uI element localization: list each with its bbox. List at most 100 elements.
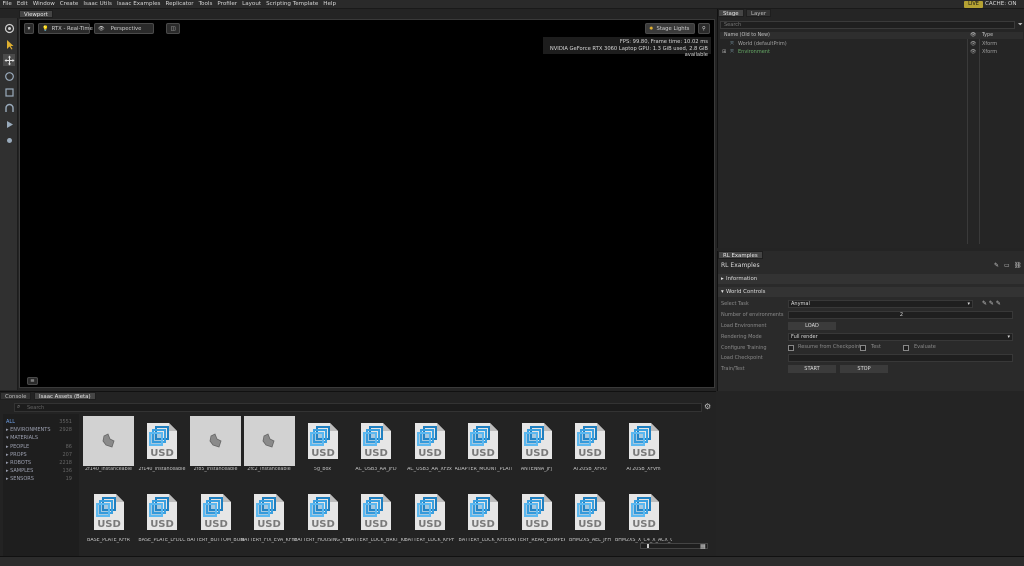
asset-tile[interactable]: 2fc2_instanceable bbox=[243, 416, 296, 476]
menu-item-isaac-examples[interactable]: Isaac Examples bbox=[114, 0, 162, 9]
logo-icon[interactable] bbox=[3, 22, 15, 34]
move-icon[interactable] bbox=[3, 54, 15, 66]
viewport-menu-button[interactable]: ≡ bbox=[27, 377, 38, 385]
svg-text:USD: USD bbox=[257, 519, 281, 530]
asset-tile[interactable]: USD BATTERY_LOCK_KFIE bbox=[457, 487, 510, 547]
slider-handle[interactable] bbox=[647, 544, 649, 548]
asset-tile[interactable]: USD BATTERY_HOUSING_KFLO bbox=[294, 487, 351, 547]
stage-row-world[interactable]: ⤧ World (defaultPrim) 👁 Xform bbox=[720, 40, 1023, 48]
asset-tile[interactable]: USD BATTERY_LOCK_BRKT_KF2FN bbox=[348, 487, 405, 547]
stage-search-input[interactable]: Search bbox=[720, 21, 1015, 29]
asset-tile[interactable]: USD 5g_box bbox=[296, 416, 349, 476]
link-icon[interactable]: ⛓ bbox=[1014, 262, 1022, 269]
menu-item-layout[interactable]: Layout bbox=[240, 0, 264, 9]
menu-item-help[interactable]: Help bbox=[321, 0, 339, 9]
resume-checkbox[interactable] bbox=[788, 345, 794, 351]
asset-tile[interactable]: USD BASE_PLATE_LFDLC bbox=[136, 487, 189, 547]
asset-tile[interactable]: USD BATTERY_FIX_EVA_KFnF bbox=[241, 487, 297, 547]
viewport-canvas[interactable]: ▾ 💡 RTX - Real-Time 👁 Perspective ◫ ✹ Stage… bbox=[19, 19, 715, 388]
visibility-eye-icon[interactable]: 👁 bbox=[970, 48, 976, 56]
gear-icon[interactable]: ⚙ bbox=[704, 402, 711, 411]
capture-button[interactable]: ◫ bbox=[166, 23, 180, 34]
tab-console[interactable]: Console bbox=[0, 392, 32, 400]
thumbnail-size-slider[interactable] bbox=[640, 543, 708, 549]
load-button[interactable]: LOAD bbox=[788, 322, 836, 330]
asset-tile[interactable]: USD BHM2XS_AEL_JFH bbox=[564, 487, 617, 547]
evaluate-checkbox[interactable] bbox=[903, 345, 909, 351]
category-sensors[interactable]: ▸ SENSORS 19 bbox=[6, 475, 78, 483]
rotate-icon[interactable] bbox=[3, 70, 15, 82]
asset-tile[interactable]: 2f85_instanceable bbox=[189, 416, 242, 476]
viewport-settings-button[interactable]: ▾ bbox=[24, 23, 34, 34]
test-checkbox[interactable] bbox=[860, 345, 866, 351]
render-mode-dropdown[interactable]: Full render ▾ bbox=[788, 333, 1013, 341]
asset-tile[interactable]: 2f140_instanceable bbox=[82, 416, 135, 476]
information-section[interactable]: ▸ Information bbox=[718, 274, 1024, 284]
asset-tile[interactable]: USD AC_USB3_AA_JFD bbox=[350, 416, 403, 476]
menu-item-replicator[interactable]: Replicator bbox=[163, 0, 196, 9]
play-icon[interactable] bbox=[3, 118, 15, 130]
stage-row-environment[interactable]: ⊞ ⤧ Environment 👁 Xform bbox=[720, 48, 1023, 56]
category-count: 2218 bbox=[59, 460, 72, 466]
menu-item-file[interactable]: File bbox=[0, 0, 14, 9]
live-badge[interactable]: LIVE bbox=[964, 1, 983, 8]
asset-tile[interactable]: USD AC_USB3_AA_XFzx bbox=[403, 416, 456, 476]
visibility-eye-icon[interactable]: 👁 bbox=[970, 40, 976, 48]
asset-tile[interactable]: USD ADAPTER_MOUNT_PLATE_JFv bbox=[455, 416, 512, 476]
grid-view-icon[interactable]: ▦ bbox=[700, 543, 706, 550]
col-type-header[interactable]: Type bbox=[982, 32, 993, 39]
asset-tile[interactable]: USD 2f140_instanceable bbox=[136, 416, 189, 476]
menu-item-isaac-utils[interactable]: Isaac Utils bbox=[81, 0, 115, 9]
menu-item-profiler[interactable]: Profiler bbox=[215, 0, 240, 9]
asset-tile[interactable]: USD AT20SB_XFvm bbox=[617, 416, 670, 476]
category-props[interactable]: ▸ PROPS 207 bbox=[6, 451, 78, 459]
select-cursor-icon[interactable] bbox=[3, 38, 15, 50]
tab-layer[interactable]: Layer bbox=[746, 9, 772, 17]
configure-label: Configure Training bbox=[721, 345, 767, 351]
col-name-header[interactable]: Name (Old to New) bbox=[724, 32, 770, 39]
asset-tile[interactable]: USD BATTERY_REAR_BUMPER_KF2FF bbox=[508, 487, 565, 547]
chevron-down-icon: ▾ bbox=[967, 301, 970, 307]
world-controls-section[interactable]: ▾ World Controls bbox=[718, 287, 1024, 297]
asset-tile[interactable]: USD ANTENNA_JFj bbox=[510, 416, 563, 476]
category-samples[interactable]: ▸ SAMPLES 136 bbox=[6, 467, 78, 475]
snap-icon[interactable] bbox=[3, 102, 15, 114]
menu-item-window[interactable]: Window bbox=[30, 0, 57, 9]
category-robots[interactable]: ▸ ROBOTS 2218 bbox=[6, 459, 78, 467]
expand-plus-icon[interactable]: ⊞ bbox=[722, 48, 726, 56]
tab-stage[interactable]: Stage bbox=[718, 9, 744, 17]
asset-tile[interactable]: USD BHM2XS_X_C4_X_ACX_C bbox=[615, 487, 672, 547]
asset-tile[interactable]: USD BASE_PLATE_KFfR bbox=[82, 487, 135, 547]
menu-item-scripting-template[interactable]: Scripting Template bbox=[264, 0, 321, 9]
num-envs-field[interactable]: 2 bbox=[788, 311, 1013, 319]
assets-search-input[interactable]: Search bbox=[14, 403, 702, 412]
stop-button[interactable]: STOP bbox=[840, 365, 888, 373]
menu-item-edit[interactable]: Edit bbox=[14, 0, 30, 9]
checkpoint-path-field[interactable] bbox=[788, 354, 1013, 362]
stage-lights-button[interactable]: ✹ Stage Lights bbox=[645, 23, 695, 34]
render-mode-button[interactable]: 💡 RTX - Real-Time bbox=[38, 23, 93, 34]
category-materials[interactable]: ▾ MATERIALS bbox=[6, 434, 78, 442]
usd-file-icon: USD bbox=[618, 487, 669, 537]
tab-viewport[interactable]: Viewport bbox=[19, 10, 53, 18]
edit-icon[interactable]: ✎ bbox=[994, 262, 999, 269]
select-task-dropdown[interactable]: Anymal ▾ bbox=[788, 300, 973, 308]
asset-tile[interactable]: USD BATTERY_BOTTOM_BUMPER_JF7 bbox=[187, 487, 244, 547]
category-environments[interactable]: ▸ ENVIRONMENTS 2928 bbox=[6, 426, 78, 434]
filter-icon[interactable]: ⏷ bbox=[1018, 21, 1023, 29]
edit-task-icon[interactable]: ✎ ✎ ✎ bbox=[982, 300, 1001, 307]
pin-button[interactable]: ⚲ bbox=[698, 23, 710, 34]
folder-icon[interactable]: ▭ bbox=[1004, 262, 1010, 269]
category-all[interactable]: ALL 3551 bbox=[6, 418, 78, 426]
menu-item-create[interactable]: Create bbox=[57, 0, 81, 9]
tab-isaac-assets[interactable]: Isaac Assets (Beta) bbox=[34, 392, 96, 400]
camera-button[interactable]: 👁 Perspective bbox=[94, 23, 154, 34]
start-button[interactable]: START bbox=[788, 365, 836, 373]
gizmo-icon[interactable] bbox=[3, 134, 15, 146]
category-people[interactable]: ▸ PEOPLE 86 bbox=[6, 443, 78, 451]
asset-tile[interactable]: USD AT20SB_XFPD bbox=[564, 416, 617, 476]
scale-icon[interactable] bbox=[3, 86, 15, 98]
tab-rl-examples[interactable]: RL Examples bbox=[718, 251, 763, 259]
menu-item-tools[interactable]: Tools bbox=[196, 0, 215, 9]
asset-tile[interactable]: USD BATTERY_LOCK_KFPF bbox=[403, 487, 456, 547]
